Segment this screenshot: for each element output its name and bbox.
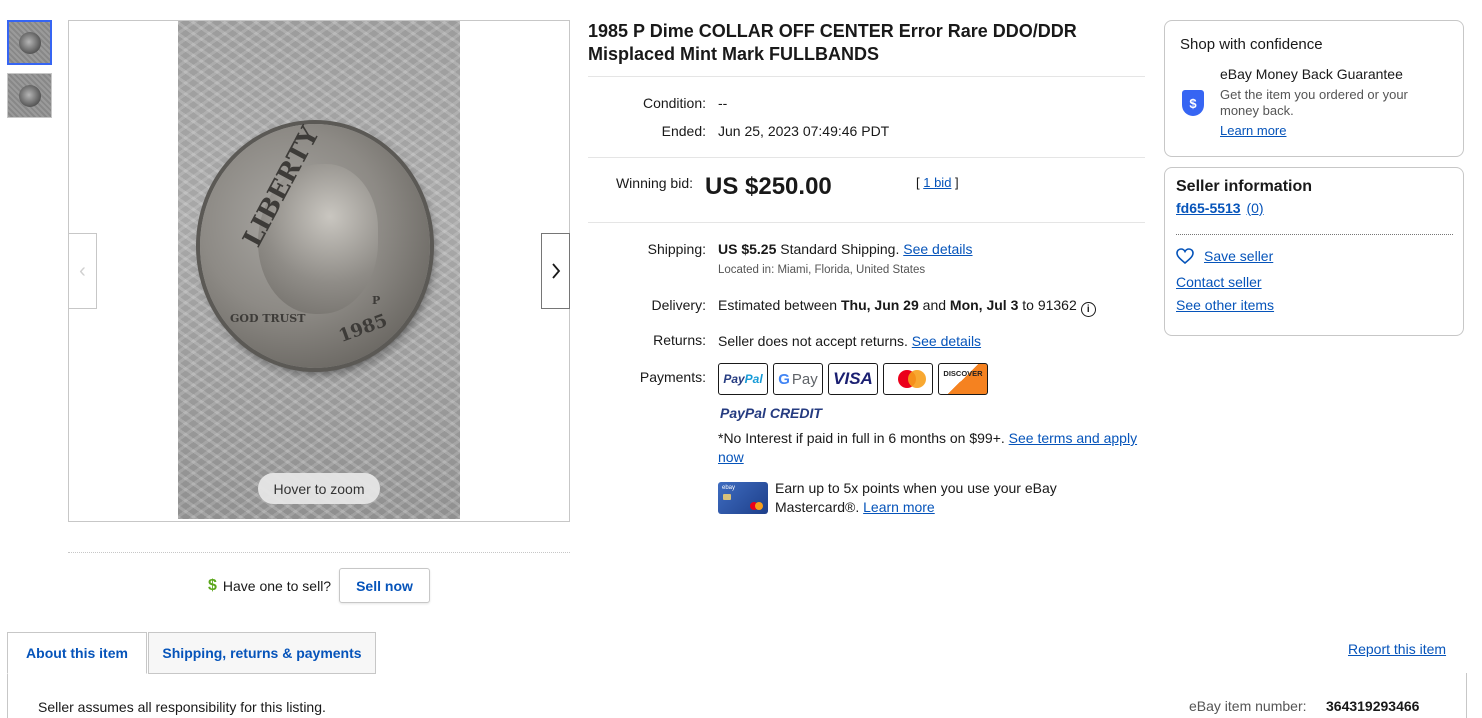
coin-motto-text: GOD TRUST	[230, 312, 306, 325]
item-location: Located in: Miami, Florida, United State…	[718, 264, 926, 276]
divider	[588, 157, 1145, 158]
shipping-label: Shipping:	[647, 241, 706, 257]
item-number-value: 364319293466	[1326, 698, 1420, 714]
seller-feedback-link[interactable]: (0)	[1246, 200, 1263, 216]
item-number-label: eBay item number:	[1189, 698, 1307, 714]
shield-dollar-icon: $	[1182, 90, 1204, 116]
delivery-suffix: to 91362	[1018, 297, 1077, 313]
coin-thumbnail-image	[18, 31, 41, 54]
confidence-title: Shop with confidence	[1180, 36, 1323, 53]
coin-mint-text: P	[372, 294, 381, 307]
delivery-date-end: Mon, Jul 3	[949, 297, 1019, 313]
tab-shipping-returns-payments[interactable]: Shipping, returns & payments	[148, 632, 376, 674]
heart-icon	[1176, 248, 1194, 264]
seller-name-link[interactable]: fd65-5513	[1176, 200, 1241, 216]
paypal-icon: Pay Pal	[718, 363, 768, 395]
discover-icon: DISCOVER	[938, 363, 988, 395]
save-seller-button[interactable]: Save seller	[1176, 248, 1273, 264]
previous-image-button[interactable]: ‹	[68, 233, 97, 309]
sell-now-button[interactable]: Sell now	[339, 568, 430, 603]
delivery-date-start: Thu, Jun 29	[840, 297, 919, 313]
sell-prompt-text: Have one to sell?	[222, 577, 332, 594]
returns-label: Returns:	[653, 332, 706, 348]
shipping-value: US $5.25 Standard Shipping. See details	[718, 241, 973, 257]
shipping-details-link[interactable]: See details	[903, 241, 972, 257]
seller-name-row: fd65-5513 (0)	[1176, 200, 1264, 216]
divider	[588, 222, 1145, 223]
no-interest-text: *No Interest if paid in full in 6 months…	[718, 430, 1009, 446]
delivery-prefix: Estimated between	[718, 297, 841, 313]
ended-label: Ended:	[661, 123, 706, 139]
divider	[588, 76, 1145, 77]
divider	[1176, 234, 1453, 235]
bid-count: [ 1 bid ]	[916, 175, 959, 190]
paypal-credit-logo: PayPal CREDIT	[720, 405, 822, 421]
next-image-button[interactable]	[541, 233, 570, 309]
seller-responsibility-text: Seller assumes all responsibility for th…	[38, 699, 326, 715]
see-other-items-link[interactable]: See other items	[1176, 297, 1274, 313]
money-back-guarantee-title: eBay Money Back Guarantee	[1220, 66, 1403, 82]
returns-text: Seller does not accept returns.	[718, 333, 912, 349]
tab-about-this-item[interactable]: About this item	[7, 632, 147, 674]
ebay-mastercard-offer: Earn up to 5x points when you use your e…	[775, 479, 1105, 517]
google-pay-icon: G Pay	[773, 363, 823, 395]
report-item-link[interactable]: Report this item	[1348, 641, 1446, 657]
hover-to-zoom-hint: Hover to zoom	[258, 473, 380, 504]
paypal-credit-offer: *No Interest if paid in full in 6 months…	[718, 429, 1148, 467]
sell-prompt-row: $ Have one to sell? Sell now	[208, 568, 430, 603]
dollar-icon: $	[208, 576, 217, 594]
delivery-value: Estimated between Thu, Jun 29 and Mon, J…	[718, 297, 1096, 317]
thumbnail-2[interactable]	[7, 73, 52, 118]
condition-value: --	[718, 95, 728, 111]
save-seller-label[interactable]: Save seller	[1204, 248, 1273, 264]
seller-information-panel: Seller information fd65-5513 (0) Save se…	[1164, 167, 1464, 336]
chevron-right-icon	[551, 263, 560, 279]
visa-icon: VISA	[828, 363, 878, 395]
divider	[68, 552, 570, 553]
coin-thumbnail-image	[18, 84, 41, 107]
main-image-gallery[interactable]: LIBERTY GOD TRUST 1985 P	[68, 20, 570, 522]
winning-bid-value: US $250.00	[705, 173, 832, 200]
item-title: 1985 P Dime COLLAR OFF CENTER Error Rare…	[588, 21, 1077, 64]
delivery-label: Delivery:	[651, 297, 706, 313]
coin-year-text: 1985	[335, 310, 391, 347]
condition-label: Condition:	[642, 95, 706, 111]
seller-info-title: Seller information	[1176, 178, 1313, 195]
ebay-mastercard-image: ebay	[718, 482, 768, 514]
returns-value: Seller does not accept returns. See deta…	[718, 333, 981, 349]
mastercard-icon	[883, 363, 933, 395]
paypal-credit-credit: CREDIT	[769, 405, 822, 421]
money-back-guarantee-text: Get the item you ordered or your money b…	[1220, 87, 1408, 118]
mastercard-learn-more-link[interactable]: Learn more	[863, 499, 935, 515]
info-icon[interactable]: i	[1080, 302, 1096, 317]
card-brand-text: ebay	[722, 485, 736, 491]
shipping-method: Standard Shipping.	[776, 241, 904, 257]
guarantee-learn-more-link[interactable]: Learn more	[1220, 123, 1286, 138]
payments-label: Payments:	[639, 369, 706, 385]
payment-methods: Pay Pal G Pay VISA DISCOVER	[718, 363, 988, 395]
chevron-left-icon: ‹	[79, 259, 86, 282]
ended-value: Jun 25, 2023 07:49:46 PDT	[718, 123, 890, 139]
contact-seller-link[interactable]: Contact seller	[1176, 274, 1262, 290]
delivery-and: and	[918, 297, 950, 313]
winning-bid-label: Winning bid:	[615, 175, 693, 191]
thumbnail-1[interactable]	[7, 20, 52, 65]
paypal-credit-pay: PayPal	[720, 405, 766, 421]
main-photo[interactable]: LIBERTY GOD TRUST 1985 P	[178, 21, 460, 519]
shop-with-confidence-panel: Shop with confidence $ eBay Money Back G…	[1164, 20, 1464, 157]
bid-history-link[interactable]: 1 bid	[923, 175, 951, 190]
returns-details-link[interactable]: See details	[912, 333, 981, 349]
shipping-cost: US $5.25	[718, 241, 777, 257]
coin-image: LIBERTY GOD TRUST 1985 P	[200, 122, 430, 368]
